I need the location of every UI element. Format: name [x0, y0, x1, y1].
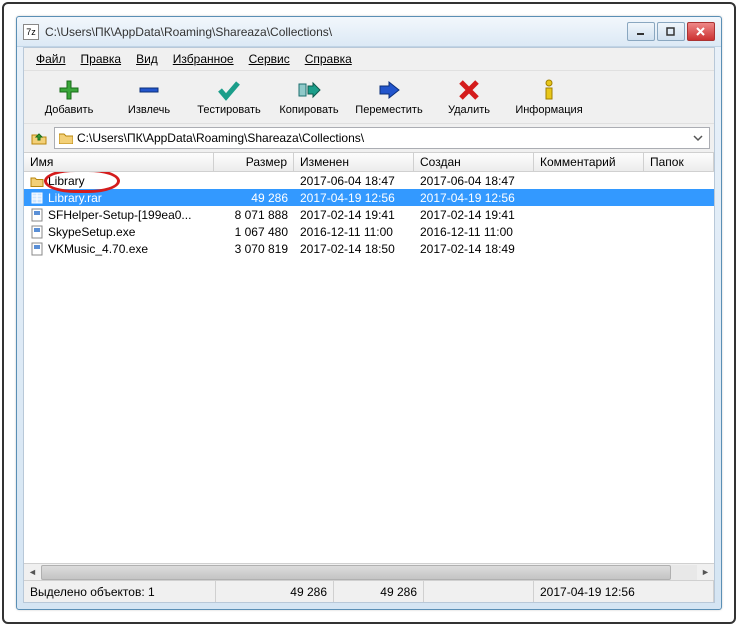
scroll-track[interactable]	[41, 565, 697, 580]
statusbar: Выделено объектов: 1 49 286 49 286 2017-…	[24, 580, 714, 602]
file-name: Library.rar	[48, 191, 102, 205]
file-size: 3 070 819	[214, 242, 294, 256]
file-modified: 2017-04-19 12:56	[294, 191, 414, 205]
file-name: Library	[48, 174, 85, 188]
column-size[interactable]: Размер	[214, 153, 294, 171]
file-row[interactable]: Library.rar49 2862017-04-19 12:562017-04…	[24, 189, 714, 206]
test-button[interactable]: Тестировать	[190, 73, 268, 121]
info-icon	[537, 78, 561, 102]
file-created: 2016-12-11 11:00	[414, 225, 534, 239]
file-size: 49 286	[214, 191, 294, 205]
file-created: 2017-02-14 18:49	[414, 242, 534, 256]
menubar: Файл Правка Вид Избранное Сервис Справка	[24, 48, 714, 70]
up-one-level-button[interactable]	[28, 127, 50, 149]
copy-button[interactable]: Копировать	[270, 73, 348, 121]
app-icon: 7z	[23, 24, 39, 40]
toolbar: Добавить Извлечь Тестировать Копировать …	[24, 70, 714, 124]
extract-button[interactable]: Извлечь	[110, 73, 188, 121]
file-row[interactable]: SkypeSetup.exe1 067 4802016-12-11 11:002…	[24, 223, 714, 240]
status-size1: 49 286	[216, 581, 334, 602]
file-modified: 2017-02-14 18:50	[294, 242, 414, 256]
file-name: SFHelper-Setup-[199ea0...	[48, 208, 191, 222]
menu-file[interactable]: Файл	[30, 50, 72, 68]
address-dropdown-button[interactable]	[691, 133, 705, 143]
add-button[interactable]: Добавить	[30, 73, 108, 121]
file-modified: 2016-12-11 11:00	[294, 225, 414, 239]
archive-icon	[30, 191, 44, 205]
column-headers: Имя Размер Изменен Создан Комментарий Па…	[24, 152, 714, 172]
address-input[interactable]: C:\Users\ПК\AppData\Roaming\Shareaza\Col…	[54, 127, 710, 149]
scroll-left-button[interactable]: ◄	[24, 565, 41, 580]
file-modified: 2017-06-04 18:47	[294, 174, 414, 188]
column-comment[interactable]: Комментарий	[534, 153, 644, 171]
check-icon	[217, 78, 241, 102]
status-empty	[424, 581, 534, 602]
chevron-down-icon	[693, 133, 703, 143]
file-list[interactable]: Library2017-06-04 18:472017-06-04 18:47L…	[24, 172, 714, 563]
file-size: 1 067 480	[214, 225, 294, 239]
window-title: C:\Users\ПК\AppData\Roaming\Shareaza\Col…	[45, 25, 627, 39]
address-bar: C:\Users\ПК\AppData\Roaming\Shareaza\Col…	[24, 124, 714, 152]
menu-edit[interactable]: Правка	[75, 50, 128, 68]
menu-favorites[interactable]: Избранное	[167, 50, 240, 68]
maximize-button[interactable]	[657, 22, 685, 41]
delete-button[interactable]: Удалить	[430, 73, 508, 121]
file-created: 2017-04-19 12:56	[414, 191, 534, 205]
move-arrow-icon	[377, 78, 401, 102]
minimize-button[interactable]	[627, 22, 655, 41]
move-button[interactable]: Переместить	[350, 73, 428, 121]
file-row[interactable]: SFHelper-Setup-[199ea0...8 071 8882017-0…	[24, 206, 714, 223]
file-size: 8 071 888	[214, 208, 294, 222]
file-created: 2017-06-04 18:47	[414, 174, 534, 188]
file-row[interactable]: Library 2017-06-04 18:472017-06-04 18:47	[24, 172, 714, 189]
column-created[interactable]: Создан	[414, 153, 534, 171]
status-size2: 49 286	[334, 581, 424, 602]
folder-icon	[30, 174, 44, 188]
minus-icon	[137, 78, 161, 102]
folder-icon	[59, 132, 73, 144]
delete-x-icon	[457, 78, 481, 102]
scroll-thumb[interactable]	[41, 565, 671, 580]
menu-help[interactable]: Справка	[299, 50, 358, 68]
address-text: C:\Users\ПК\AppData\Roaming\Shareaza\Col…	[77, 131, 687, 145]
folder-up-icon	[30, 129, 48, 147]
file-modified: 2017-02-14 19:41	[294, 208, 414, 222]
info-button[interactable]: Информация	[510, 73, 588, 121]
titlebar[interactable]: 7z C:\Users\ПК\AppData\Roaming\Shareaza\…	[17, 17, 721, 47]
status-date: 2017-04-19 12:56	[534, 581, 714, 602]
exe-icon	[30, 242, 44, 256]
column-name[interactable]: Имя	[24, 153, 214, 171]
column-modified[interactable]: Изменен	[294, 153, 414, 171]
app-window: 7z C:\Users\ПК\AppData\Roaming\Shareaza\…	[16, 16, 722, 610]
copy-arrow-icon	[297, 78, 321, 102]
exe-icon	[30, 208, 44, 222]
file-created: 2017-02-14 19:41	[414, 208, 534, 222]
scroll-right-button[interactable]: ►	[697, 565, 714, 580]
close-button[interactable]	[687, 22, 715, 41]
file-row[interactable]: VKMusic_4.70.exe 3 070 8192017-02-14 18:5…	[24, 240, 714, 257]
horizontal-scrollbar[interactable]: ◄ ►	[24, 563, 714, 580]
column-folders[interactable]: Папок	[644, 153, 714, 171]
file-name: VKMusic_4.70.exe	[48, 242, 148, 256]
menu-view[interactable]: Вид	[130, 50, 164, 68]
plus-icon	[57, 78, 81, 102]
file-name: SkypeSetup.exe	[48, 225, 135, 239]
menu-tools[interactable]: Сервис	[243, 50, 296, 68]
status-selection: Выделено объектов: 1	[24, 581, 216, 602]
exe-icon	[30, 225, 44, 239]
